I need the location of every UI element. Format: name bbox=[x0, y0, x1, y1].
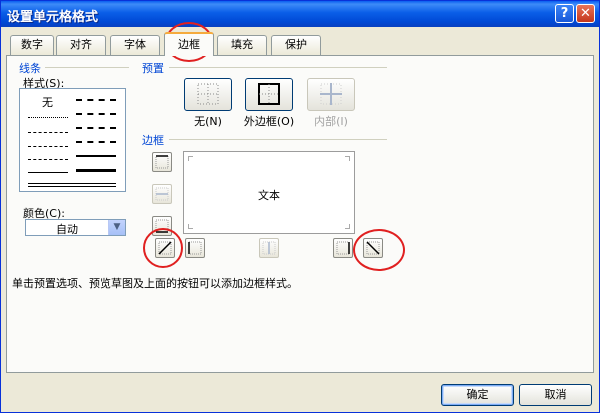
preset-group-label: 预置 bbox=[142, 62, 164, 75]
border-left-icon bbox=[188, 241, 202, 255]
hint-text: 单击预置选项、预览草图及上面的按钮可以添加边框样式。 bbox=[12, 277, 298, 290]
line-style-double[interactable] bbox=[28, 183, 116, 187]
preview-text: 文本 bbox=[258, 189, 280, 202]
preset-outline-icon bbox=[258, 83, 280, 105]
highlight-circle-diagonal-up bbox=[143, 228, 183, 268]
border-preview[interactable]: 文本 bbox=[183, 151, 355, 234]
line-style-slant-dash[interactable] bbox=[76, 113, 116, 115]
color-select-value: 自动 bbox=[56, 223, 78, 236]
preset-inside-icon bbox=[320, 83, 342, 105]
cancel-button[interactable]: 取消 bbox=[519, 384, 592, 406]
line-style-hair-dashed[interactable] bbox=[28, 132, 68, 133]
border-inside-vertical-icon bbox=[262, 241, 276, 255]
border-group-divider bbox=[169, 139, 387, 140]
preview-corner-tr bbox=[345, 156, 350, 161]
preset-none-label: 无(N) bbox=[194, 115, 222, 128]
border-left-button[interactable] bbox=[185, 238, 205, 258]
border-inside-vertical-button[interactable] bbox=[259, 238, 279, 258]
border-inside-horizontal-icon bbox=[155, 187, 169, 201]
close-button[interactable]: ✕ bbox=[576, 4, 595, 23]
tab-border[interactable]: 边框 bbox=[164, 32, 214, 56]
line-style-dash-dot[interactable] bbox=[28, 159, 68, 160]
preset-none-icon bbox=[197, 83, 219, 105]
line-style-dotted[interactable] bbox=[28, 117, 68, 118]
line-style-thin[interactable] bbox=[28, 172, 68, 173]
format-cells-dialog: 设置单元格格式 ? ✕ 数字 对齐 字体 边框 填充 保护 线条 样式(S): … bbox=[0, 0, 600, 413]
preset-inside-label: 内部(I) bbox=[314, 115, 348, 128]
title-bar[interactable]: 设置单元格格式 ? ✕ bbox=[1, 1, 599, 27]
line-style-list[interactable]: 无 bbox=[19, 88, 126, 192]
border-inside-horizontal-button[interactable] bbox=[152, 184, 172, 204]
line-style-dash-dot-dot[interactable] bbox=[28, 146, 68, 147]
border-top-button[interactable] bbox=[152, 152, 172, 172]
line-style-medium-dash-dot-dot[interactable] bbox=[76, 99, 116, 101]
preview-corner-bl bbox=[188, 224, 193, 229]
tab-number[interactable]: 数字 bbox=[10, 35, 54, 55]
preview-corner-tl bbox=[188, 156, 193, 161]
line-group-label: 线条 bbox=[19, 62, 41, 75]
preset-none-button[interactable] bbox=[184, 78, 232, 111]
preview-corner-br bbox=[345, 224, 350, 229]
tab-protection[interactable]: 保护 bbox=[271, 35, 321, 55]
border-right-button[interactable] bbox=[333, 238, 353, 258]
ok-button[interactable]: 确定 bbox=[441, 384, 514, 406]
line-style-none[interactable]: 无 bbox=[42, 94, 53, 110]
window-title: 设置单元格格式 bbox=[7, 10, 99, 25]
chevron-down-icon[interactable]: ▼ bbox=[108, 220, 125, 235]
tab-fill[interactable]: 填充 bbox=[217, 35, 267, 55]
line-style-medium-dash-dot[interactable] bbox=[76, 127, 116, 129]
preset-group-divider bbox=[169, 67, 387, 68]
preset-inside-button[interactable] bbox=[307, 78, 355, 111]
highlight-circle-diagonal-down bbox=[353, 229, 405, 271]
help-button[interactable]: ? bbox=[555, 4, 574, 23]
tab-font[interactable]: 字体 bbox=[110, 35, 160, 55]
line-style-thick[interactable] bbox=[76, 169, 116, 172]
color-select[interactable]: 自动 ▼ bbox=[25, 219, 126, 236]
line-style-medium[interactable] bbox=[76, 155, 116, 157]
tab-alignment[interactable]: 对齐 bbox=[56, 35, 106, 55]
border-right-icon bbox=[336, 241, 350, 255]
line-style-medium-dashed[interactable] bbox=[76, 141, 116, 143]
preset-outline-label: 外边框(O) bbox=[243, 115, 295, 128]
border-group-label: 边框 bbox=[142, 134, 164, 147]
line-group-divider bbox=[45, 67, 129, 68]
border-top-icon bbox=[155, 155, 169, 169]
preset-outline-button[interactable] bbox=[245, 78, 293, 111]
